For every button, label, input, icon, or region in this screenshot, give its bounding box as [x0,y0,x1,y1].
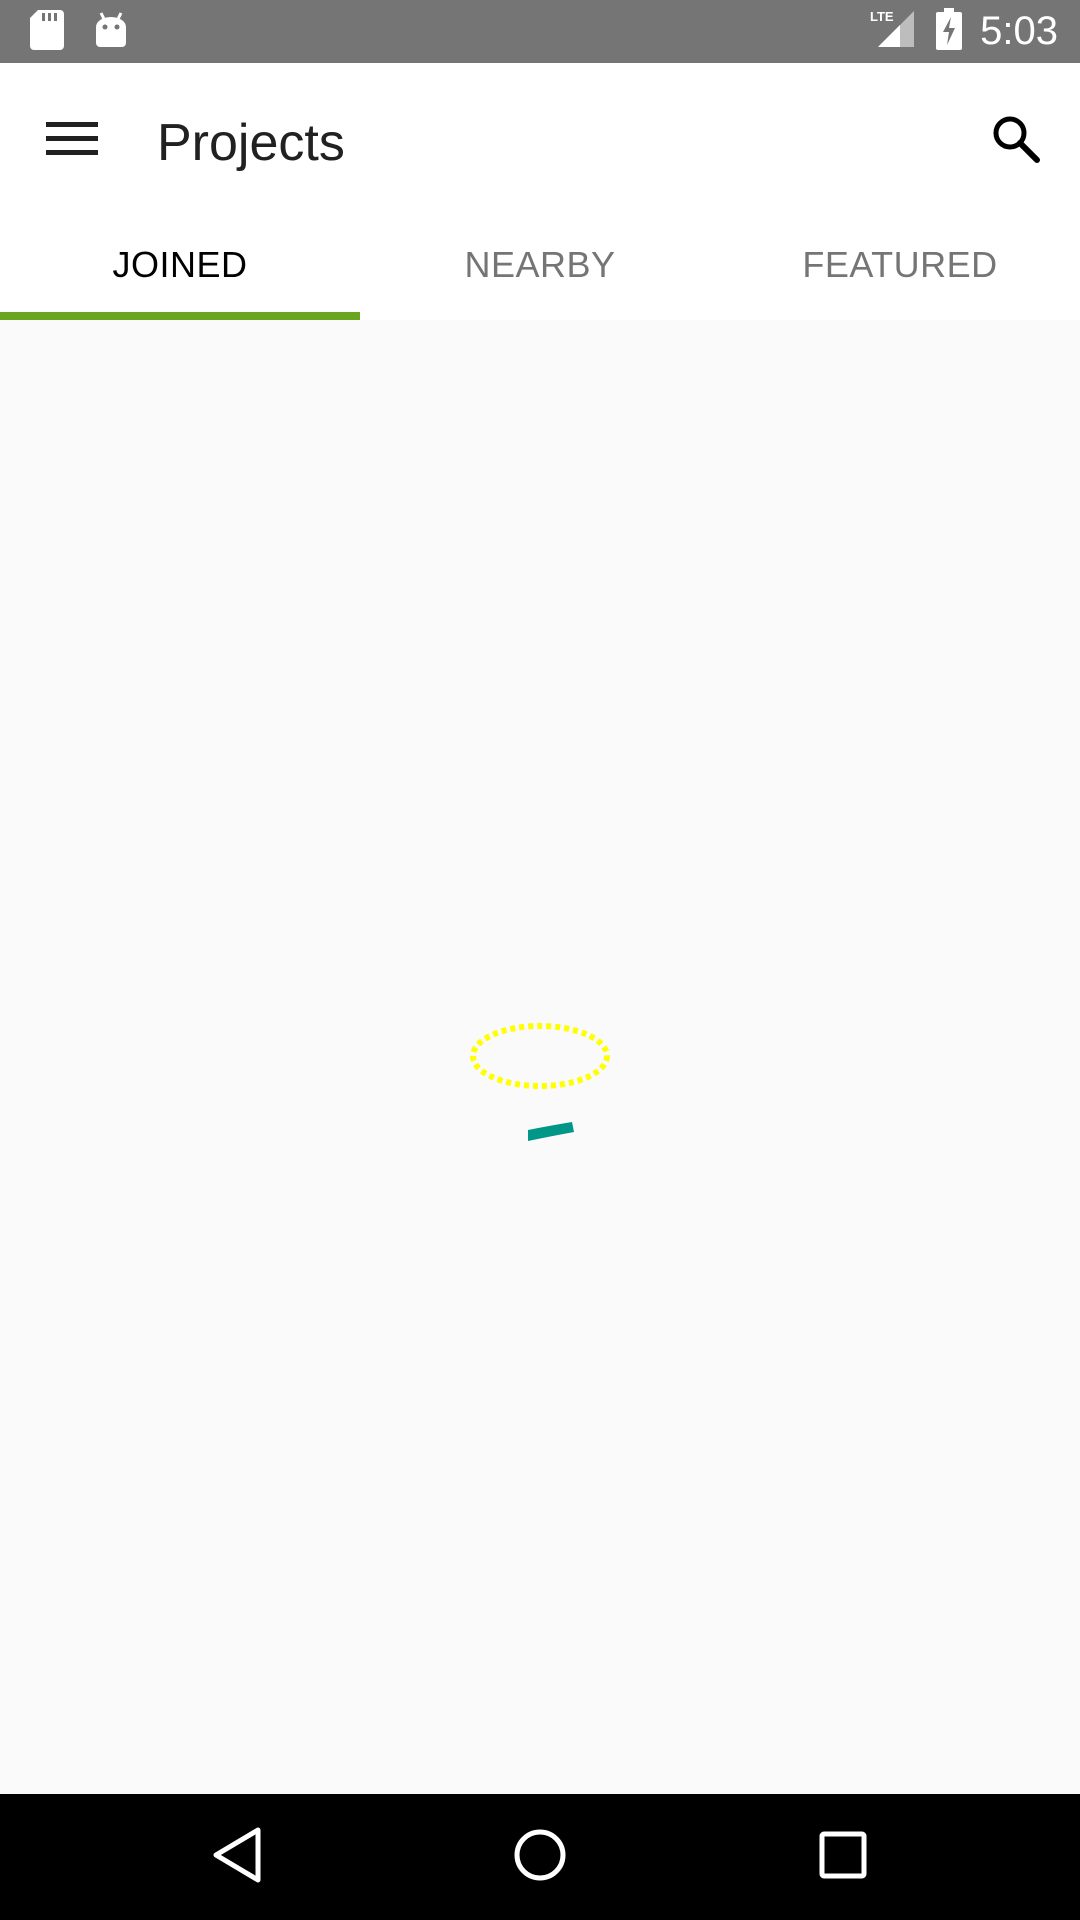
projects-list-area [0,320,1080,1794]
back-button[interactable] [197,1817,277,1897]
recents-icon [818,1830,868,1885]
tab-nearby[interactable]: NEARBY [360,210,720,320]
page-title: Projects [157,114,345,172]
tab-joined[interactable]: JOINED [0,210,360,320]
loading-spinner [468,1020,612,1180]
tab-featured[interactable]: FEATURED [720,210,1080,320]
navigation-bar [0,1794,1080,1920]
status-left-icons [30,10,128,55]
menu-button[interactable] [30,99,114,183]
tab-indicator [0,312,360,320]
hamburger-menu-icon [46,119,98,164]
status-bar: LTE 5:03 [0,0,1080,63]
projects-screen: LTE 5:03 Projects JOINED NEARBY FEATURED [0,0,1080,1920]
svg-text:LTE: LTE [870,9,894,24]
back-icon [210,1826,264,1889]
search-icon [991,114,1041,169]
home-button[interactable] [500,1817,580,1897]
home-icon [512,1827,568,1888]
android-icon [94,11,128,54]
status-time: 5:03 [980,9,1058,53]
search-button[interactable] [974,99,1058,183]
tab-label: FEATURED [802,244,998,285]
lte-signal-icon: LTE [870,9,918,54]
recents-button[interactable] [803,1817,883,1897]
tab-label: JOINED [112,244,248,285]
tab-bar: JOINED NEARBY FEATURED [0,210,1080,320]
tab-label: NEARBY [464,244,616,285]
app-bar: Projects JOINED NEARBY FEATURED [0,63,1080,320]
toolbar: Projects [0,63,1080,210]
sd-card-icon [30,10,64,55]
battery-charging-icon [936,8,963,55]
status-right-icons: LTE 5:03 [870,0,1058,63]
